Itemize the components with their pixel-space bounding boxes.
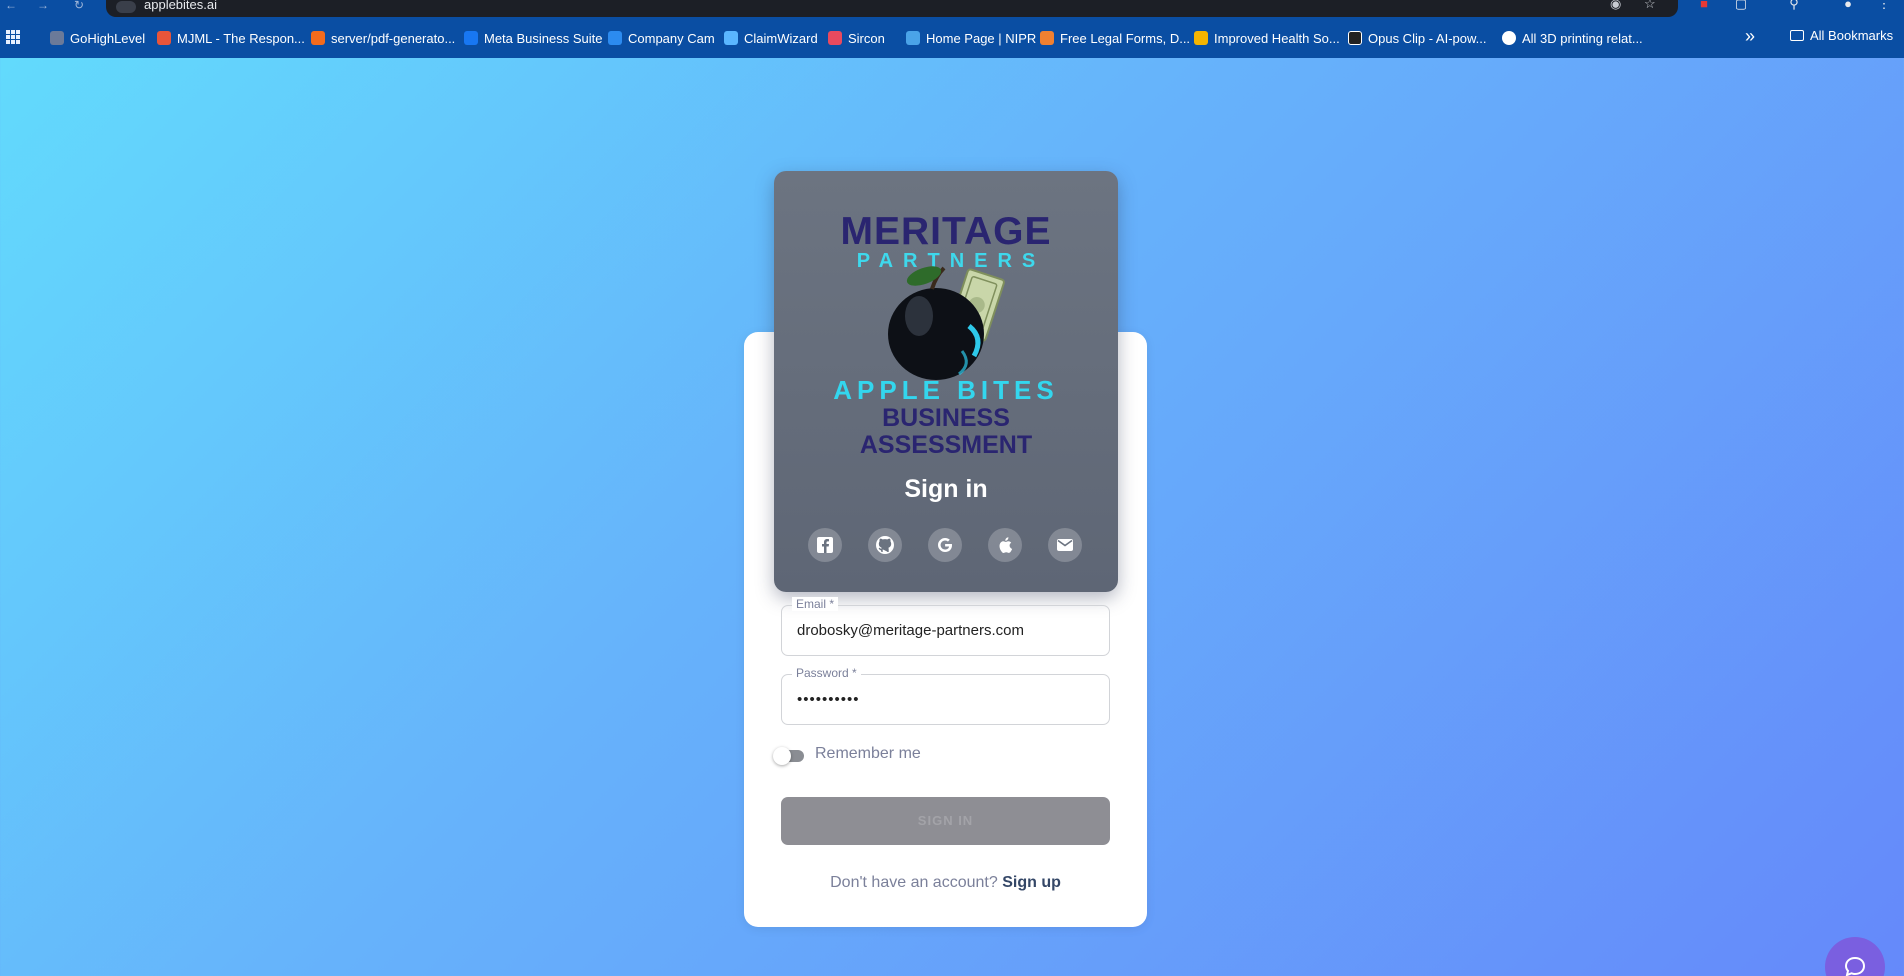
apple-icon-illustration <box>874 256 1024 386</box>
bookmark-item[interactable]: Home Page | NIPR <box>906 28 1036 48</box>
apple-icon[interactable] <box>988 528 1022 562</box>
remember-me-toggle[interactable] <box>773 747 807 765</box>
forward-icon[interactable]: → <box>36 0 50 14</box>
facebook-icon[interactable] <box>808 528 842 562</box>
browser-toolbar: ← → ↻ applebites.ai ◉ ☆ ■ ▢ ⚲ ● ⋮ <box>0 0 1904 18</box>
site-info-icon[interactable] <box>116 1 136 13</box>
bookmark-item[interactable]: server/pdf-generato... <box>311 28 455 48</box>
bookmark-favicon-icon <box>50 31 64 45</box>
password-field[interactable]: Password * •••••••••• <box>781 666 1110 725</box>
bookmark-item[interactable]: Free Legal Forms, D... <box>1040 28 1190 48</box>
bookmark-item[interactable]: GoHighLevel <box>50 28 145 48</box>
bookmark-item[interactable]: Improved Health So... <box>1194 28 1340 48</box>
pdf-extension-icon[interactable]: ■ <box>1696 0 1712 12</box>
toggle-thumb <box>773 747 791 765</box>
email-input[interactable]: drobosky@meritage-partners.com <box>797 622 1024 639</box>
apps-grid-icon[interactable] <box>6 30 20 44</box>
email-label: Email * <box>792 597 839 611</box>
extensions-icon[interactable]: ▢ <box>1733 0 1749 12</box>
bookmark-item[interactable]: Meta Business Suite <box>464 28 603 48</box>
search-tab-icon[interactable]: ⚲ <box>1786 0 1802 12</box>
bookmark-favicon-icon <box>1194 31 1208 45</box>
globe-icon <box>1502 31 1516 45</box>
logo-assessment-text: ASSESSMENT <box>859 431 1033 459</box>
signup-prompt-text: Don't have an account? <box>830 874 998 891</box>
password-label: Password * <box>792 666 861 680</box>
email-field[interactable]: Email * drobosky@meritage-partners.com <box>781 597 1110 656</box>
reload-icon[interactable]: ↻ <box>72 0 86 14</box>
logo-meritage-text: MERITAGE <box>840 210 1052 253</box>
page-title: Sign in <box>904 475 988 503</box>
bookmark-item[interactable]: Company Cam <box>608 28 715 48</box>
bookmark-item[interactable]: Sircon <box>828 28 885 48</box>
bookmarks-bar: GoHighLevel MJML - The Respon... server/… <box>0 18 1904 58</box>
bookmark-favicon-icon <box>464 31 478 45</box>
signup-prompt: Don't have an account? Sign up <box>781 874 1110 892</box>
chat-bubble-icon <box>1844 956 1866 976</box>
bookmark-item[interactable]: ClaimWizard <box>724 28 818 48</box>
email-icon[interactable] <box>1048 528 1082 562</box>
remember-me-label[interactable]: Remember me <box>815 745 921 763</box>
bookmark-item[interactable]: Opus Clip - AI-pow... <box>1348 28 1487 48</box>
address-bar[interactable]: applebites.ai ◉ ☆ <box>106 0 1678 17</box>
translate-icon[interactable]: ◉ <box>1610 0 1621 12</box>
folder-icon <box>1790 30 1804 41</box>
logo-apple-bites-text: APPLE BITES <box>833 375 1059 405</box>
bookmark-favicon-icon <box>608 31 622 45</box>
url-text[interactable]: applebites.ai <box>144 0 217 12</box>
all-bookmarks-button[interactable]: All Bookmarks <box>1790 28 1893 43</box>
signup-link[interactable]: Sign up <box>1002 874 1061 891</box>
bookmark-favicon-icon <box>157 31 171 45</box>
chat-widget-button[interactable] <box>1825 937 1885 976</box>
signin-header: MERITAGE PARTNERS APPLE BITES BUSINESS A… <box>774 171 1118 592</box>
bookmark-favicon-icon <box>1348 31 1362 45</box>
logo-business-text: BUSINESS <box>882 404 1010 432</box>
github-icon[interactable] <box>868 528 902 562</box>
star-icon[interactable]: ☆ <box>1644 0 1656 12</box>
bookmark-item[interactable]: All 3D printing relat... <box>1502 28 1643 48</box>
bookmark-item[interactable]: MJML - The Respon... <box>157 28 305 48</box>
menu-icon[interactable]: ⋮ <box>1876 0 1892 12</box>
bookmark-favicon-icon <box>311 31 325 45</box>
logo-business-assessment: BUSINESS ASSESSMENT <box>774 405 1118 459</box>
bookmarks-overflow-icon[interactable]: » <box>1745 26 1755 47</box>
back-icon[interactable]: ← <box>4 0 18 14</box>
bookmark-favicon-icon <box>1040 31 1054 45</box>
avatar[interactable]: ● <box>1840 0 1856 12</box>
google-icon[interactable] <box>928 528 962 562</box>
bookmark-favicon-icon <box>724 31 738 45</box>
password-input[interactable]: •••••••••• <box>797 691 860 708</box>
signin-button[interactable]: SIGN IN <box>781 797 1110 845</box>
bookmark-favicon-icon <box>906 31 920 45</box>
bookmark-favicon-icon <box>828 31 842 45</box>
